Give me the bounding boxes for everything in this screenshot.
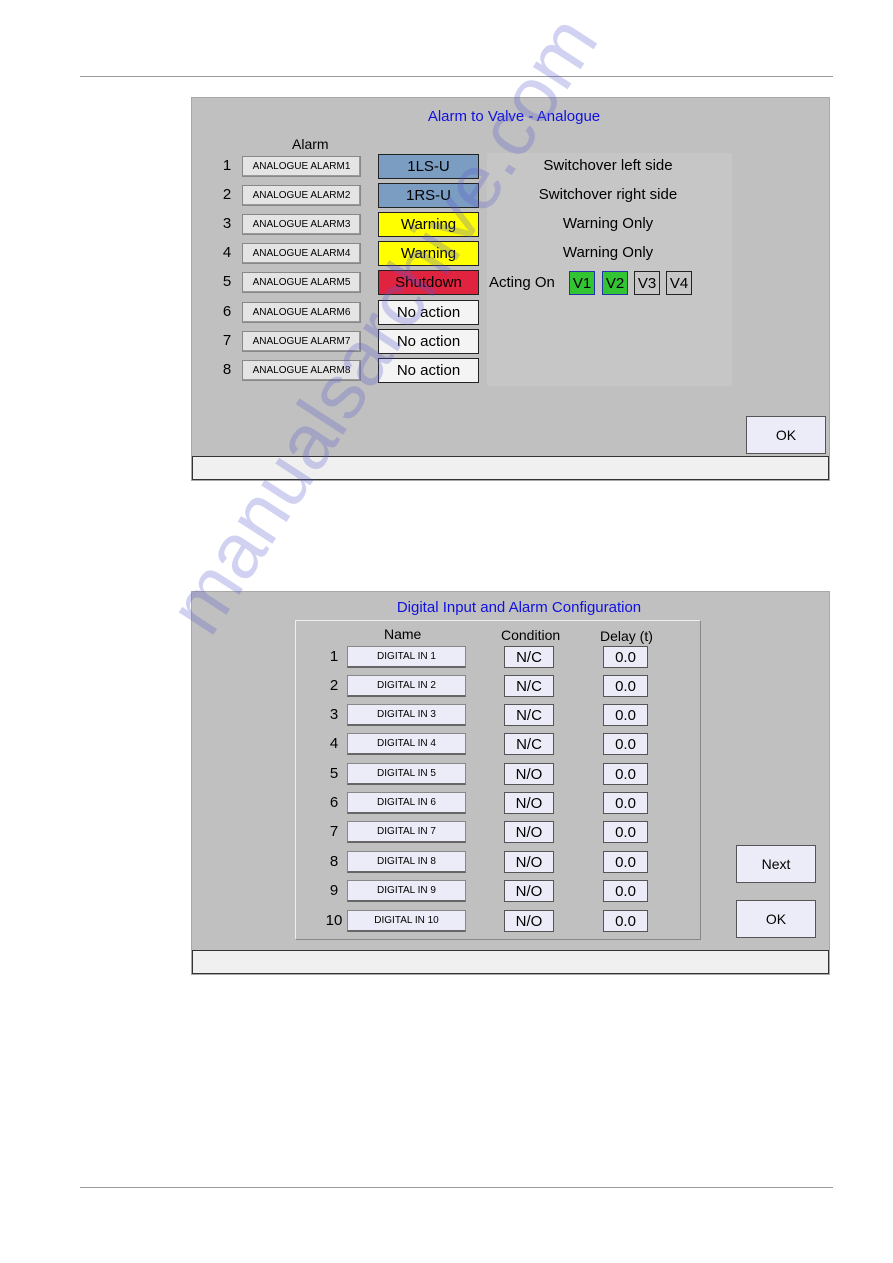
condition-button[interactable]: N/O	[504, 821, 554, 843]
delay-header: Delay (t)	[600, 628, 653, 644]
action-description: Switchover left side	[543, 157, 673, 174]
alarm-name-button[interactable]: ANALOGUE ALARM8	[242, 360, 361, 381]
input-number: 8	[329, 853, 339, 870]
delay-field[interactable]: 0.0	[603, 763, 648, 785]
alarm-number: 6	[222, 303, 232, 320]
condition-header: Condition	[501, 627, 561, 643]
action-description: Warning Only	[562, 244, 654, 261]
digital-input-name-button[interactable]: DIGITAL IN 1	[347, 646, 466, 668]
alarm-action-button[interactable]: 1RS-U	[378, 183, 479, 208]
input-number: 2	[329, 677, 339, 694]
status-bar	[192, 950, 829, 974]
analogue-alarm-panel: Alarm to Valve - Analogue Alarm 1 ANALOGU…	[191, 97, 830, 481]
alarm-number: 7	[222, 332, 232, 349]
digital-input-name-button[interactable]: DIGITAL IN 3	[347, 704, 466, 726]
alarm-name-button[interactable]: ANALOGUE ALARM2	[242, 185, 361, 206]
alarm-action-button[interactable]: Shutdown	[378, 270, 479, 295]
condition-button[interactable]: N/O	[504, 792, 554, 814]
alarm-number: 5	[222, 273, 232, 290]
next-button[interactable]: Next	[736, 845, 816, 883]
input-number: 5	[329, 765, 339, 782]
valve-toggle-v4[interactable]: V4	[666, 271, 692, 295]
alarm-number: 3	[222, 215, 232, 232]
delay-field[interactable]: 0.0	[603, 675, 648, 697]
panel-title: Alarm to Valve - Analogue	[427, 108, 601, 125]
input-number: 6	[329, 794, 339, 811]
digital-input-name-button[interactable]: DIGITAL IN 4	[347, 733, 466, 755]
digital-input-name-button[interactable]: DIGITAL IN 9	[347, 880, 466, 902]
condition-button[interactable]: N/O	[504, 851, 554, 873]
digital-input-panel: Digital Input and Alarm Configuration Na…	[191, 591, 830, 975]
input-number: 7	[329, 823, 339, 840]
alarm-name-button[interactable]: ANALOGUE ALARM4	[242, 243, 361, 264]
valve-toggle-v1[interactable]: V1	[569, 271, 595, 295]
valve-toggle-v3[interactable]: V3	[634, 271, 660, 295]
alarm-number: 4	[222, 244, 232, 261]
name-header: Name	[384, 626, 422, 642]
delay-field[interactable]: 0.0	[603, 646, 648, 668]
condition-button[interactable]: N/O	[504, 763, 554, 785]
delay-field[interactable]: 0.0	[603, 851, 648, 873]
panel-title: Digital Input and Alarm Configuration	[396, 599, 642, 616]
alarm-header: Alarm	[292, 136, 329, 152]
alarm-number: 8	[222, 361, 232, 378]
alarm-name-button[interactable]: ANALOGUE ALARM1	[242, 156, 361, 177]
input-number: 3	[329, 706, 339, 723]
delay-field[interactable]: 0.0	[603, 733, 648, 755]
input-number: 9	[329, 882, 339, 899]
input-number: 4	[329, 735, 339, 752]
digital-input-name-button[interactable]: DIGITAL IN 2	[347, 675, 466, 697]
delay-field[interactable]: 0.0	[603, 880, 648, 902]
alarm-name-button[interactable]: ANALOGUE ALARM7	[242, 331, 361, 352]
ok-button[interactable]: OK	[736, 900, 816, 938]
digital-input-name-button[interactable]: DIGITAL IN 7	[347, 821, 466, 843]
delay-field[interactable]: 0.0	[603, 704, 648, 726]
digital-input-name-button[interactable]: DIGITAL IN 10	[347, 910, 466, 932]
footer-rule	[80, 1187, 833, 1188]
acting-on-label: Acting On	[489, 274, 555, 291]
alarm-action-button[interactable]: No action	[378, 300, 479, 325]
input-number: 10	[325, 912, 343, 929]
header-rule	[80, 76, 833, 77]
input-number: 1	[329, 648, 339, 665]
condition-button[interactable]: N/C	[504, 675, 554, 697]
alarm-action-button[interactable]: No action	[378, 329, 479, 354]
condition-button[interactable]: N/C	[504, 733, 554, 755]
valve-toggle-v2[interactable]: V2	[602, 271, 628, 295]
alarm-number: 1	[222, 157, 232, 174]
alarm-name-button[interactable]: ANALOGUE ALARM3	[242, 214, 361, 235]
condition-button[interactable]: N/O	[504, 880, 554, 902]
alarm-name-button[interactable]: ANALOGUE ALARM6	[242, 302, 361, 323]
digital-input-name-button[interactable]: DIGITAL IN 5	[347, 763, 466, 785]
delay-field[interactable]: 0.0	[603, 792, 648, 814]
action-description: Switchover right side	[538, 186, 678, 203]
delay-field[interactable]: 0.0	[603, 910, 648, 932]
status-bar	[192, 456, 829, 480]
ok-button[interactable]: OK	[746, 416, 826, 454]
alarm-action-button[interactable]: No action	[378, 358, 479, 383]
action-description: Warning Only	[562, 215, 654, 232]
alarm-number: 2	[222, 186, 232, 203]
alarm-action-button[interactable]: Warning	[378, 241, 479, 266]
digital-input-name-button[interactable]: DIGITAL IN 6	[347, 792, 466, 814]
condition-button[interactable]: N/C	[504, 646, 554, 668]
digital-input-name-button[interactable]: DIGITAL IN 8	[347, 851, 466, 873]
alarm-action-button[interactable]: 1LS-U	[378, 154, 479, 179]
alarm-name-button[interactable]: ANALOGUE ALARM5	[242, 272, 361, 293]
alarm-action-button[interactable]: Warning	[378, 212, 479, 237]
delay-field[interactable]: 0.0	[603, 821, 648, 843]
condition-button[interactable]: N/C	[504, 704, 554, 726]
condition-button[interactable]: N/O	[504, 910, 554, 932]
